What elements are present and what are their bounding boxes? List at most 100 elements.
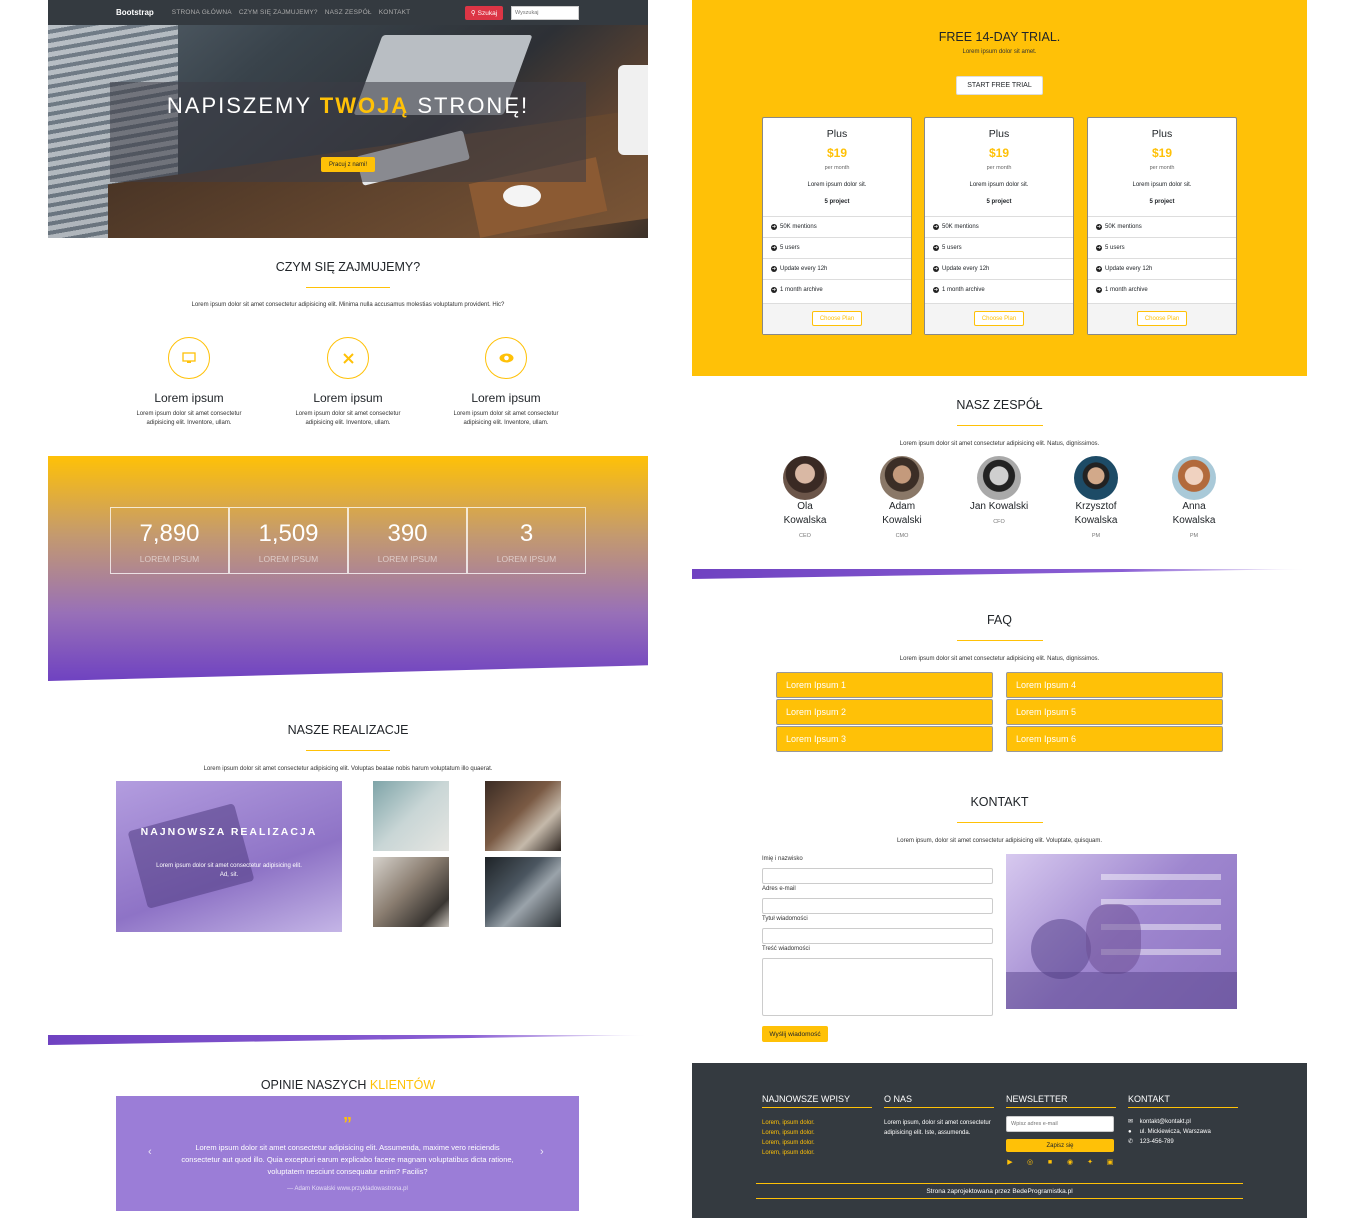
feature-title-2: Lorem ipsum [313, 391, 383, 405]
team-title: NASZ ZESPÓŁ [956, 398, 1043, 412]
message-label: Treść wiadomości [762, 946, 810, 952]
testimonial-author: — Adam Kowalski www.przykladowastrona.pl [287, 1186, 408, 1192]
arrow-circle-icon: ➜ [933, 266, 939, 272]
portfolio-featured-title: NAJNOWSZA REALIZACJA [140, 826, 318, 838]
right-page-column: FREE 14-DAY TRIAL. Lorem ipsum dolor sit… [692, 0, 1307, 1218]
section-divider [692, 569, 1307, 579]
footer-post-link[interactable]: Lorem, ipsum dolor. [762, 1148, 815, 1158]
twitter-icon[interactable]: ✦ [1086, 1159, 1094, 1167]
plan-period: per month [824, 165, 850, 171]
search-icon: ⚲ [470, 10, 476, 17]
footer-post-link[interactable]: Lorem, ipsum dolor. [762, 1118, 815, 1128]
footer-post-link[interactable]: Lorem, ipsum dolor. [762, 1128, 815, 1138]
subject-field[interactable] [762, 928, 993, 944]
portfolio-featured-item[interactable]: NAJNOWSZA REALIZACJA Lorem ipsum dolor s… [116, 781, 342, 932]
testimonial-carousel: ” ‹ › Lorem ipsum dolor sit amet consect… [116, 1096, 579, 1211]
nav-link-about[interactable]: CZYM SIĘ ZAJMUJEMY? [239, 9, 318, 16]
plan-name: Plus [826, 128, 848, 140]
faq-item-6[interactable]: Lorem Ipsum 6 [1006, 726, 1223, 752]
team-title-rule [957, 425, 1043, 426]
footer-newsletter-title: NEWSLETTER [1006, 1094, 1116, 1108]
avatar-anna [1172, 456, 1216, 500]
avatar-jan [977, 456, 1021, 500]
about-lead: Lorem ipsum dolor sit amet consectetur a… [191, 302, 505, 308]
feature-text-2: Lorem ipsum dolor sit amet consectetur a… [295, 411, 401, 426]
pricing-card-2: Plus $19 per month Lorem ipsum dolor sit… [924, 117, 1074, 335]
message-textarea[interactable] [762, 958, 993, 1016]
navbar-brand[interactable]: Bootstrap [116, 8, 154, 17]
carousel-prev-icon[interactable]: ‹ [148, 1146, 152, 1158]
arrow-circle-icon: ➜ [771, 266, 777, 272]
stat-box-1: 7,890 LOREM IPSUM [110, 507, 229, 574]
person-silhouette [1086, 904, 1141, 974]
site-footer: NAJNOWSZE WPISY O NAS NEWSLETTER KONTAKT… [692, 1063, 1307, 1218]
youtube-icon[interactable]: ▶ [1006, 1159, 1014, 1167]
footer-contact-email: ✉ kontakt@kontakt.pl [1128, 1119, 1191, 1125]
faq-item-2[interactable]: Lorem Ipsum 2 [776, 699, 993, 725]
nav-link-team[interactable]: NASZ ZESPÓŁ [325, 9, 372, 16]
person-silhouette [1031, 919, 1091, 979]
footer-about-title: O NAS [884, 1094, 994, 1108]
plan-name: Plus [1151, 128, 1173, 140]
map-marker-icon: ● [1128, 1129, 1132, 1135]
arrow-circle-icon: ➜ [1096, 245, 1102, 251]
instagram-icon[interactable]: ▣ [1106, 1159, 1114, 1167]
contact-title: KONTAKT [970, 795, 1029, 809]
footer-contact-address: ● ul. Mickiewicza, Warszawa [1128, 1129, 1211, 1135]
footer-post-link[interactable]: Lorem, ipsum dolor. [762, 1138, 815, 1148]
footer-copyright: Strona zaprojektowana przez BedeProgrami… [756, 1183, 1243, 1199]
hero-cta-button[interactable]: Pracuj z nami! [321, 157, 375, 172]
faq-item-3[interactable]: Lorem Ipsum 3 [776, 726, 993, 752]
member-role-3: CFO [993, 519, 1005, 525]
plan-price: $19 [826, 146, 848, 160]
name-field[interactable] [762, 868, 993, 884]
plan-feature: ➜ 5 users [763, 237, 911, 258]
facebook-icon[interactable]: ■ [1046, 1159, 1054, 1167]
arrow-circle-icon: ➜ [933, 224, 939, 230]
stat-label: LOREM IPSUM [496, 554, 557, 564]
plan-feature-list: ➜ 50K mentions ➜ 5 users ➜ Update every 12h… [763, 216, 911, 300]
member-name-3: Jan Kowalski [969, 501, 1029, 512]
footer-post-links: Lorem, ipsum dolor. Lorem, ipsum dolor. … [762, 1118, 815, 1158]
plan-feature: ➜ 50K mentions [763, 216, 911, 237]
about-title-rule [306, 287, 390, 288]
faq-item-1[interactable]: Lorem Ipsum 1 [776, 672, 993, 698]
nav-link-contact[interactable]: KONTAKT [379, 9, 411, 16]
carousel-next-icon[interactable]: › [540, 1146, 544, 1158]
search-input[interactable] [511, 6, 579, 20]
arrow-circle-icon: ➜ [1096, 224, 1102, 230]
send-message-button[interactable]: Wyślij wiadomość [762, 1026, 828, 1042]
portfolio-thumb-desk[interactable] [373, 781, 449, 851]
faq-lead: Lorem ipsum dolor sit amet consectetur a… [899, 656, 1100, 662]
portfolio-thumb-dashboard[interactable] [485, 857, 561, 927]
choose-plan-button[interactable]: Choose Plan [812, 311, 862, 326]
stat-box-4: 3 LOREM IPSUM [467, 507, 586, 574]
portfolio-thumb-writing[interactable] [373, 857, 449, 927]
faq-item-5[interactable]: Lorem Ipsum 5 [1006, 699, 1223, 725]
search-button[interactable]: ⚲ Szukaj [465, 6, 503, 20]
github-icon[interactable]: ◉ [1066, 1159, 1074, 1167]
plan-feature: ➜ 1 month archive [1088, 279, 1236, 300]
plan-feature: ➜ 5 users [925, 237, 1073, 258]
hero-banner: NAPISZEMY TWOJĄ STRONĘ! Pracuj z nami! [48, 25, 648, 238]
choose-plan-button[interactable]: Choose Plan [1137, 311, 1187, 326]
left-page-column: Bootstrap STRONA GŁÓWNA CZYM SIĘ ZAJMUJE… [48, 0, 648, 1218]
email-field[interactable] [762, 898, 993, 914]
newsletter-subscribe-button[interactable]: Zapisz się [1006, 1139, 1114, 1152]
choose-plan-button[interactable]: Choose Plan [974, 311, 1024, 326]
shelf [1101, 874, 1221, 880]
eye-icon [485, 337, 527, 379]
portfolio-thumb-meeting[interactable] [485, 781, 561, 851]
start-trial-button[interactable]: START FREE TRIAL [956, 76, 1043, 95]
plan-feature: ➜ Update every 12h [763, 258, 911, 279]
search-button-label: Szukaj [477, 9, 498, 17]
stat-value: 390 [387, 520, 428, 547]
faq-item-4[interactable]: Lorem Ipsum 4 [1006, 672, 1223, 698]
nav-link-home[interactable]: STRONA GŁÓWNA [172, 9, 232, 16]
newsletter-email-input[interactable] [1006, 1116, 1114, 1132]
navbar: Bootstrap STRONA GŁÓWNA CZYM SIĘ ZAJMUJE… [48, 0, 648, 25]
arrow-circle-icon: ➜ [771, 287, 777, 293]
plan-footer: Choose Plan [925, 303, 1073, 334]
stat-box-2: 1,509 LOREM IPSUM [229, 507, 348, 574]
dribbble-icon[interactable]: ◎ [1026, 1159, 1034, 1167]
